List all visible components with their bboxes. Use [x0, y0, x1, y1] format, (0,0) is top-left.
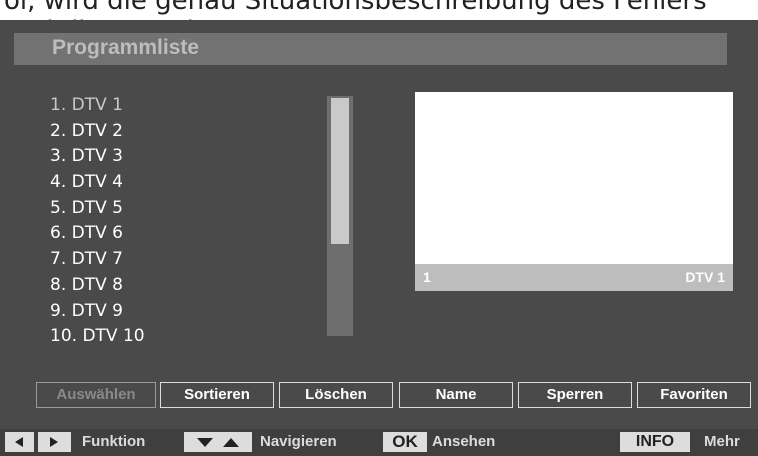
channel-item[interactable]: 5. DTV 5	[50, 196, 145, 222]
channel-item[interactable]: 6. DTV 6	[50, 221, 145, 247]
channel-item[interactable]: 8. DTV 8	[50, 273, 145, 299]
channel-item[interactable]: 9. DTV 9	[50, 299, 145, 325]
function-hint: Funktion	[82, 433, 146, 450]
arrow-down-icon	[197, 438, 213, 447]
arrow-up-icon	[223, 438, 239, 447]
favorites-button[interactable]: Favoriten	[637, 382, 751, 408]
more-hint: Mehr	[704, 433, 740, 450]
lock-button[interactable]: Sperren	[518, 382, 632, 408]
ok-key: OK	[383, 432, 427, 452]
channel-item[interactable]: 4. DTV 4	[50, 170, 145, 196]
tv-menu-screen: Programmliste 1. DTV 1 2. DTV 2 3. DTV 3…	[0, 20, 758, 456]
arrow-right-icon	[50, 437, 58, 447]
channel-item[interactable]: 1. DTV 1	[50, 93, 145, 119]
right-key	[38, 432, 71, 452]
sort-button[interactable]: Sortieren	[160, 382, 274, 408]
navigate-hint: Navigieren	[260, 433, 337, 450]
title-bar: Programmliste	[14, 33, 727, 65]
channel-item[interactable]: 2. DTV 2	[50, 119, 145, 145]
arrow-left-icon	[15, 437, 23, 447]
preview-channel-name: DTV 1	[685, 269, 725, 285]
preview-info-bar: 1 DTV 1	[415, 264, 733, 291]
scrollbar-thumb[interactable]	[331, 98, 349, 244]
name-button[interactable]: Name	[399, 382, 513, 408]
info-key: INFO	[620, 432, 690, 452]
channel-item[interactable]: 10. DTV 10	[50, 324, 145, 350]
left-key	[5, 432, 34, 452]
select-button[interactable]: Auswählen	[36, 382, 156, 408]
view-hint: Ansehen	[432, 433, 496, 450]
channel-list: 1. DTV 1 2. DTV 2 3. DTV 3 4. DTV 4 5. D…	[50, 93, 145, 350]
channel-preview-window	[415, 92, 733, 264]
channel-list-scrollbar[interactable]	[327, 96, 353, 336]
up-down-keys	[184, 432, 252, 452]
key-hint-bar: Funktion Navigieren OK Ansehen INFO Mehr	[0, 429, 758, 456]
page-title: Programmliste	[52, 36, 200, 59]
channel-item[interactable]: 3. DTV 3	[50, 144, 145, 170]
preview-channel-number: 1	[423, 269, 431, 285]
channel-item[interactable]: 7. DTV 7	[50, 247, 145, 273]
delete-button[interactable]: Löschen	[279, 382, 393, 408]
